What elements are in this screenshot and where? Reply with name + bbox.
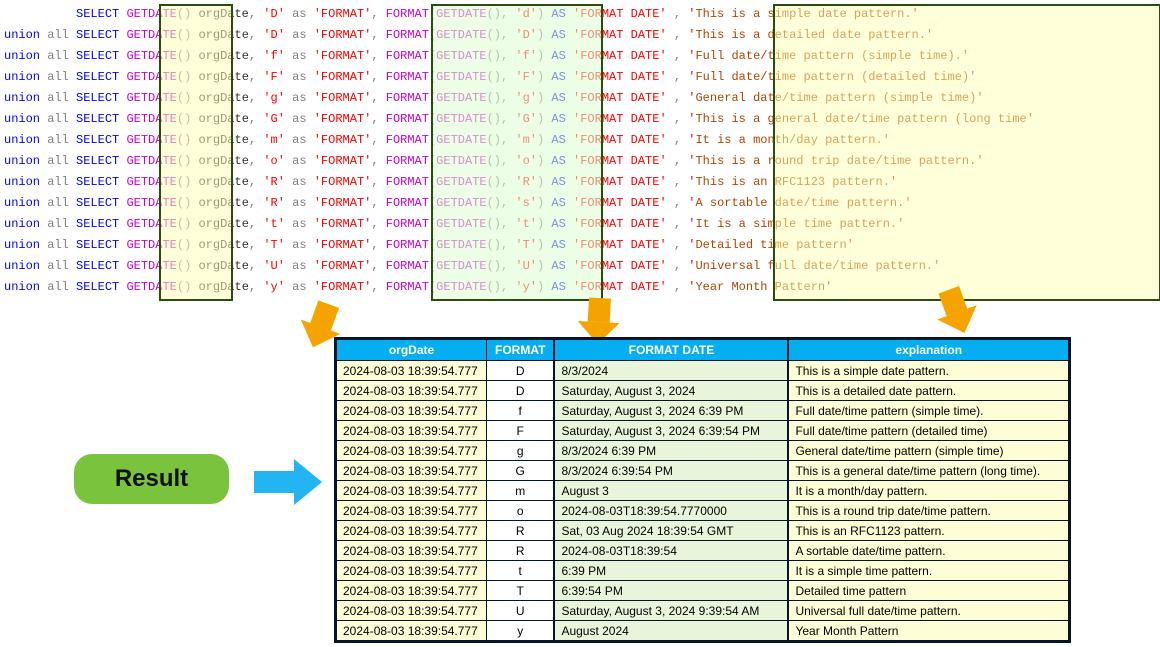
- cell-format: R: [487, 541, 555, 561]
- cell-explanation: This is a simple date pattern.: [788, 361, 1068, 381]
- table-row: 2024-08-03 18:39:54.777mAugust 3It is a …: [337, 481, 1069, 501]
- cell-formatdate: 6:39 PM: [554, 561, 788, 581]
- cell-explanation: Full date/time pattern (detailed time): [788, 421, 1068, 441]
- table-row: 2024-08-03 18:39:54.777yAugust 2024Year …: [337, 621, 1069, 641]
- cell-formatdate: Saturday, August 3, 2024 6:39:54 PM: [554, 421, 788, 441]
- col-header-orgdate: orgDate: [337, 340, 487, 361]
- code-line: union all SELECT GETDATE() orgDate, 't' …: [4, 214, 1160, 235]
- cell-orgdate: 2024-08-03 18:39:54.777: [337, 521, 487, 541]
- cell-format: y: [487, 621, 555, 641]
- result-table: orgDate FORMAT FORMAT DATE explanation 2…: [336, 339, 1069, 641]
- cell-explanation: Full date/time pattern (simple time).: [788, 401, 1068, 421]
- cell-orgdate: 2024-08-03 18:39:54.777: [337, 501, 487, 521]
- cell-format: m: [487, 481, 555, 501]
- col-header-explanation: explanation: [788, 340, 1068, 361]
- table-header-row: orgDate FORMAT FORMAT DATE explanation: [337, 340, 1069, 361]
- table-row: 2024-08-03 18:39:54.777R2024-08-03T18:39…: [337, 541, 1069, 561]
- cell-formatdate: 8/3/2024: [554, 361, 788, 381]
- code-line: union all SELECT GETDATE() orgDate, 'T' …: [4, 235, 1160, 256]
- cell-explanation: General date/time pattern (simple time): [788, 441, 1068, 461]
- code-line: union all SELECT GETDATE() orgDate, 'U' …: [4, 256, 1160, 277]
- code-line: union all SELECT GETDATE() orgDate, 'R' …: [4, 193, 1160, 214]
- cell-explanation: Year Month Pattern: [788, 621, 1068, 641]
- cell-formatdate: August 3: [554, 481, 788, 501]
- cell-formatdate: August 2024: [554, 621, 788, 641]
- cell-explanation: This is a general date/time pattern (lon…: [788, 461, 1068, 481]
- code-line: union all SELECT GETDATE() orgDate, 'g' …: [4, 88, 1160, 109]
- cell-orgdate: 2024-08-03 18:39:54.777: [337, 621, 487, 641]
- code-line: union all SELECT GETDATE() orgDate, 'o' …: [4, 151, 1160, 172]
- cell-explanation: This is an RFC1123 pattern.: [788, 521, 1068, 541]
- table-row: 2024-08-03 18:39:54.777t6:39 PMIt is a s…: [337, 561, 1069, 581]
- cell-formatdate: Sat, 03 Aug 2024 18:39:54 GMT: [554, 521, 788, 541]
- table-row: 2024-08-03 18:39:54.777USaturday, August…: [337, 601, 1069, 621]
- table-row: 2024-08-03 18:39:54.777G8/3/2024 6:39:54…: [337, 461, 1069, 481]
- cell-explanation: This is a detailed date pattern.: [788, 381, 1068, 401]
- cell-format: G: [487, 461, 555, 481]
- cell-format: U: [487, 601, 555, 621]
- cell-formatdate: Saturday, August 3, 2024 6:39 PM: [554, 401, 788, 421]
- table-row: 2024-08-03 18:39:54.777o2024-08-03T18:39…: [337, 501, 1069, 521]
- cell-formatdate: 2024-08-03T18:39:54.7770000: [554, 501, 788, 521]
- table-row: 2024-08-03 18:39:54.777fSaturday, August…: [337, 401, 1069, 421]
- result-table-wrapper: orgDate FORMAT FORMAT DATE explanation 2…: [334, 337, 1071, 643]
- cell-orgdate: 2024-08-03 18:39:54.777: [337, 461, 487, 481]
- cell-formatdate: Saturday, August 3, 2024: [554, 381, 788, 401]
- cell-format: D: [487, 361, 555, 381]
- table-row: 2024-08-03 18:39:54.777FSaturday, August…: [337, 421, 1069, 441]
- table-row: 2024-08-03 18:39:54.777D8/3/2024This is …: [337, 361, 1069, 381]
- cell-orgdate: 2024-08-03 18:39:54.777: [337, 581, 487, 601]
- cell-format: D: [487, 381, 555, 401]
- sql-code-block: SELECT GETDATE() orgDate, 'D' as 'FORMAT…: [4, 4, 1160, 314]
- cell-formatdate: 8/3/2024 6:39 PM: [554, 441, 788, 461]
- cell-orgdate: 2024-08-03 18:39:54.777: [337, 481, 487, 501]
- cell-explanation: Universal full date/time pattern.: [788, 601, 1068, 621]
- result-badge: Result: [74, 454, 229, 504]
- code-line: SELECT GETDATE() orgDate, 'D' as 'FORMAT…: [4, 4, 1160, 25]
- cell-explanation: Detailed time pattern: [788, 581, 1068, 601]
- cell-format: o: [487, 501, 555, 521]
- code-line: union all SELECT GETDATE() orgDate, 'm' …: [4, 130, 1160, 151]
- code-line: union all SELECT GETDATE() orgDate, 'R' …: [4, 172, 1160, 193]
- cell-explanation: A sortable date/time pattern.: [788, 541, 1068, 561]
- cell-format: t: [487, 561, 555, 581]
- cell-orgdate: 2024-08-03 18:39:54.777: [337, 441, 487, 461]
- cell-format: F: [487, 421, 555, 441]
- table-row: 2024-08-03 18:39:54.777DSaturday, August…: [337, 381, 1069, 401]
- cell-orgdate: 2024-08-03 18:39:54.777: [337, 601, 487, 621]
- cell-format: T: [487, 581, 555, 601]
- code-line: union all SELECT GETDATE() orgDate, 'f' …: [4, 46, 1160, 67]
- cell-orgdate: 2024-08-03 18:39:54.777: [337, 381, 487, 401]
- cell-formatdate: 6:39:54 PM: [554, 581, 788, 601]
- cell-orgdate: 2024-08-03 18:39:54.777: [337, 421, 487, 441]
- cell-orgdate: 2024-08-03 18:39:54.777: [337, 401, 487, 421]
- code-line: union all SELECT GETDATE() orgDate, 'G' …: [4, 109, 1160, 130]
- cell-explanation: This is a round trip date/time pattern.: [788, 501, 1068, 521]
- cell-format: f: [487, 401, 555, 421]
- cell-formatdate: Saturday, August 3, 2024 9:39:54 AM: [554, 601, 788, 621]
- table-row: 2024-08-03 18:39:54.777g8/3/2024 6:39 PM…: [337, 441, 1069, 461]
- cell-formatdate: 2024-08-03T18:39:54: [554, 541, 788, 561]
- code-line: union all SELECT GETDATE() orgDate, 'y' …: [4, 277, 1160, 298]
- cell-explanation: It is a simple time pattern.: [788, 561, 1068, 581]
- cell-explanation: It is a month/day pattern.: [788, 481, 1068, 501]
- cell-format: g: [487, 441, 555, 461]
- col-header-formatdate: FORMAT DATE: [554, 340, 788, 361]
- cell-orgdate: 2024-08-03 18:39:54.777: [337, 541, 487, 561]
- cell-format: R: [487, 521, 555, 541]
- page-root: SELECT GETDATE() orgDate, 'D' as 'FORMAT…: [4, 4, 1160, 643]
- code-line: union all SELECT GETDATE() orgDate, 'D' …: [4, 25, 1160, 46]
- cell-formatdate: 8/3/2024 6:39:54 PM: [554, 461, 788, 481]
- col-header-format: FORMAT: [487, 340, 555, 361]
- table-row: 2024-08-03 18:39:54.777RSat, 03 Aug 2024…: [337, 521, 1069, 541]
- cell-orgdate: 2024-08-03 18:39:54.777: [337, 561, 487, 581]
- code-line: union all SELECT GETDATE() orgDate, 'F' …: [4, 67, 1160, 88]
- cell-orgdate: 2024-08-03 18:39:54.777: [337, 361, 487, 381]
- table-row: 2024-08-03 18:39:54.777T6:39:54 PMDetail…: [337, 581, 1069, 601]
